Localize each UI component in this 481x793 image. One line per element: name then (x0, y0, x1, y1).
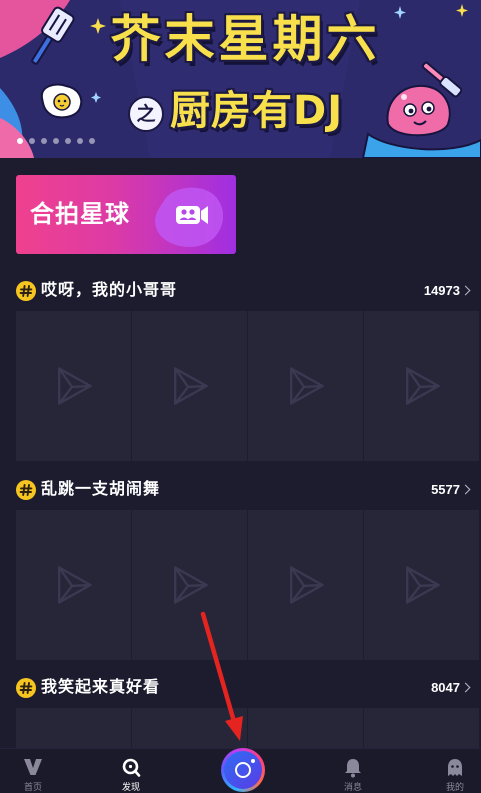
camera-record-icon (235, 762, 251, 778)
carousel-dot[interactable] (65, 138, 71, 144)
topic-video-grid (16, 311, 481, 461)
topic-section: 哎呀，我的小哥哥 14973 (0, 279, 481, 461)
play-placeholder-icon (58, 367, 92, 405)
carousel-dots (17, 138, 95, 144)
hashtag-icon (16, 480, 36, 500)
topic-header[interactable]: 乱跳一支胡闹舞 5577 (0, 478, 481, 502)
chevron-right-icon (460, 285, 471, 296)
carousel-dot[interactable] (41, 138, 47, 144)
topic-count: 5577 (431, 482, 460, 497)
play-placeholder-icon (174, 367, 208, 405)
topic-section: 乱跳一支胡闹舞 5577 (0, 478, 481, 660)
nav-discover[interactable]: 发现 (101, 749, 161, 793)
video-thumbnail[interactable] (364, 510, 479, 660)
record-button[interactable] (221, 748, 265, 792)
play-placeholder-icon (290, 566, 324, 604)
topic-title: 乱跳一支胡闹舞 (41, 481, 161, 498)
home-v-logo-icon (24, 759, 42, 775)
topic-count: 8047 (431, 680, 460, 695)
hashtag-icon (16, 281, 36, 301)
hashtag-icon (16, 678, 36, 698)
discover-screen: 芥末星期六 之 厨房有DJ 合拍星球 哎呀，我的小哥哥 14973 乱跳一支胡闹… (0, 0, 481, 793)
banner-subtitle: 厨房有DJ (170, 88, 344, 134)
video-thumbnail[interactable] (132, 510, 247, 660)
promo-banner[interactable]: 芥末星期六 之 厨房有DJ (0, 0, 481, 158)
nav-messages[interactable]: 消息 (323, 749, 383, 793)
play-placeholder-icon (58, 566, 92, 604)
topic-header[interactable]: 我笑起来真好看 8047 (0, 676, 481, 700)
fried-egg-icon (40, 83, 83, 119)
topic-title: 哎呀，我的小哥哥 (41, 282, 178, 299)
video-thumbnail[interactable] (16, 311, 131, 461)
video-thumbnail[interactable] (248, 510, 363, 660)
chevron-right-icon (460, 484, 471, 495)
duet-planet-card[interactable]: 合拍星球 (16, 175, 236, 254)
banner-title: 芥末星期六 (110, 10, 381, 68)
banner-connector-badge: 之 (128, 96, 164, 132)
topic-header[interactable]: 哎呀，我的小哥哥 14973 (0, 279, 481, 303)
nav-label: 首页 (23, 782, 42, 792)
play-placeholder-icon (174, 566, 208, 604)
nav-profile[interactable]: 我的 (425, 749, 481, 793)
topic-title: 我笑起来真好看 (41, 679, 161, 696)
duet-card-label: 合拍星球 (30, 201, 130, 228)
play-placeholder-icon (406, 367, 440, 405)
video-thumbnail[interactable] (248, 311, 363, 461)
nav-home[interactable]: 首页 (3, 749, 63, 793)
video-thumbnail[interactable] (132, 311, 247, 461)
bell-icon (345, 759, 361, 778)
camera-lens-dot (251, 759, 255, 763)
nav-label: 消息 (343, 782, 362, 792)
topic-count: 14973 (423, 283, 460, 298)
discover-icon (122, 758, 141, 777)
carousel-dot[interactable] (17, 138, 23, 144)
nav-label: 我的 (445, 782, 464, 792)
carousel-dot[interactable] (53, 138, 59, 144)
play-placeholder-icon (406, 566, 440, 604)
carousel-dot[interactable] (77, 138, 83, 144)
video-thumbnail[interactable] (364, 311, 479, 461)
nav-label: 发现 (121, 782, 140, 792)
carousel-dot[interactable] (29, 138, 35, 144)
topic-video-grid (16, 510, 481, 660)
duet-camera-icon (155, 187, 224, 247)
carousel-dot[interactable] (89, 138, 95, 144)
topic-section: 我笑起来真好看 8047 (0, 676, 481, 793)
play-placeholder-icon (290, 367, 324, 405)
profile-icon (448, 759, 462, 776)
video-thumbnail[interactable] (16, 510, 131, 660)
record-button-inner (224, 751, 262, 789)
chevron-right-icon (460, 682, 471, 693)
